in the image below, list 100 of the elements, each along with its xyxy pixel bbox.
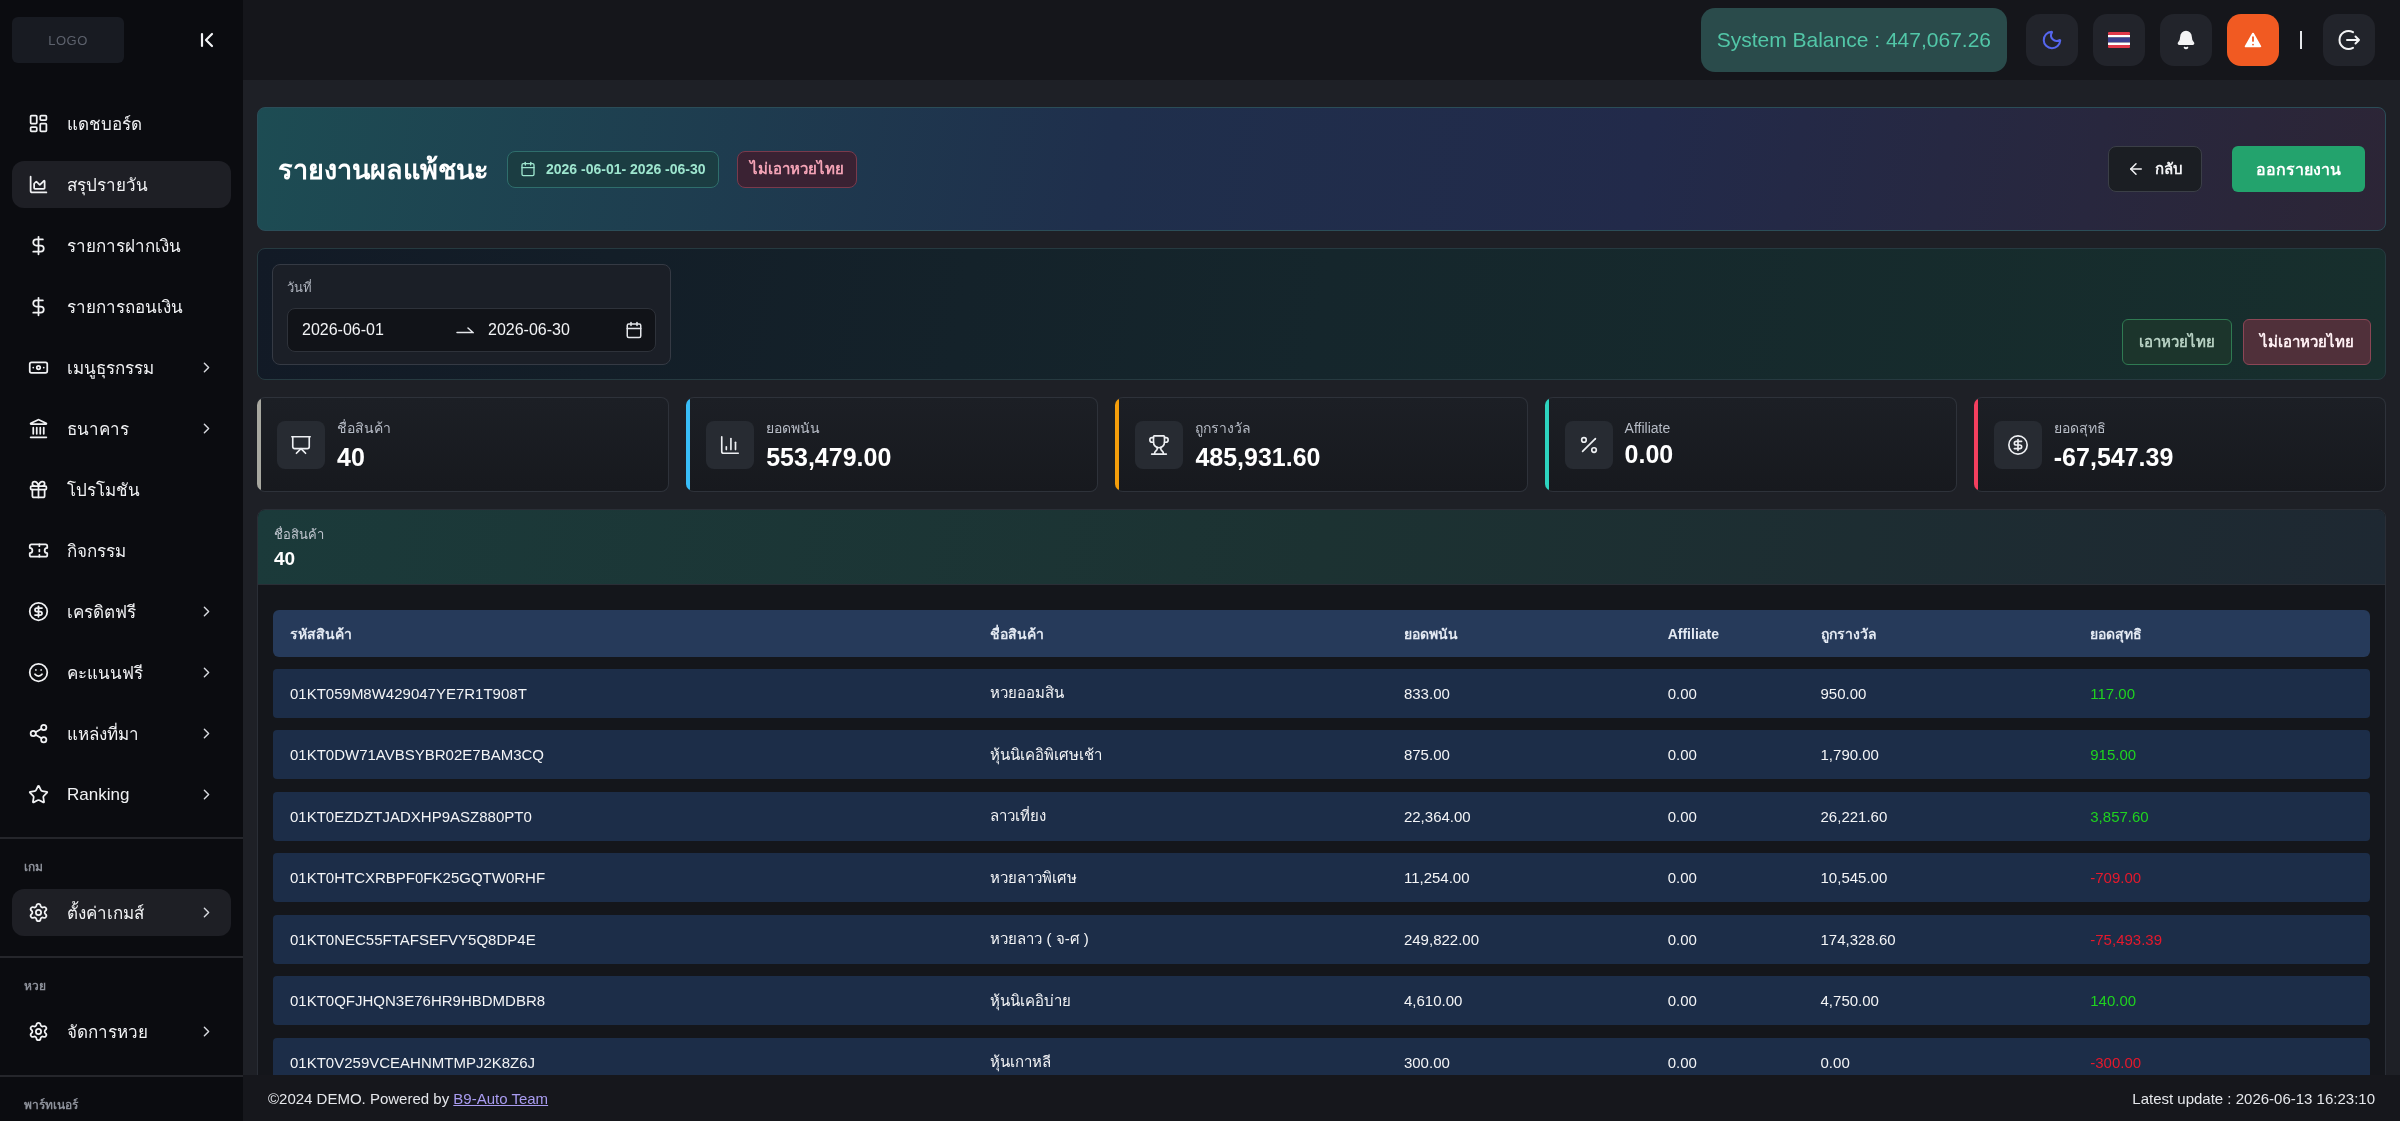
table-cell-text: 0.00 xyxy=(1666,992,1698,1009)
stat-label: Affiliate xyxy=(1624,420,1672,436)
table-cell-text: 26,221.60 xyxy=(1819,807,1889,825)
table-cell-text: 01KT059M8W429047YE7R1T908T xyxy=(289,684,528,702)
table-cell-text: 140.00 xyxy=(2089,992,2138,1009)
calendar-icon xyxy=(520,161,536,177)
logout-button[interactable] xyxy=(2323,14,2375,66)
table-cell-text: 01KT0EZDZTJADXHP9ASZ880PT0 xyxy=(289,807,533,825)
table-cell-text: 117.00 xyxy=(2089,684,2137,702)
stat-label: ยอดสุทธิ xyxy=(2053,419,2107,439)
warning-icon xyxy=(2242,29,2264,51)
notifications-button[interactable] xyxy=(2160,14,2212,66)
table-cell-text: 1,790.00 xyxy=(1819,746,1880,763)
table-cell-text: หุ้นนิเคอิบ่าย xyxy=(989,990,1073,1013)
sidebar-item[interactable]: แดชบอร์ด xyxy=(12,100,231,147)
sidebar-item[interactable]: เครดิตฟรี xyxy=(12,588,231,635)
table-cell-text: 3,857.60 xyxy=(2089,807,2150,825)
trophy-icon xyxy=(1135,420,1184,469)
table-cell-text: 10,545.00 xyxy=(1819,869,1889,886)
moon-icon xyxy=(2041,29,2063,51)
stat-label: ยอดพนัน xyxy=(766,419,822,438)
presentation-icon xyxy=(277,420,325,469)
calendar-icon xyxy=(625,321,643,339)
sidebar-item[interactable]: สรุปรายวัน xyxy=(12,161,231,208)
column-header: ชื่อสินค้า xyxy=(989,623,1046,644)
table-cell-text: 01KT0QFJHQN3E76HR9HBDMDBR8 xyxy=(289,992,547,1009)
section-title: พาร์ทเนอร์ xyxy=(23,1097,80,1114)
lottery-filter-button[interactable]: เอาหวยไทย xyxy=(2122,319,2232,365)
settings-icon xyxy=(28,1021,49,1042)
sidebar-item[interactable]: รายการถอนเงิน xyxy=(12,283,231,330)
table-cell-text: 01KT0HTCXRBPF0FK25GQTW0RHF xyxy=(289,869,547,886)
logout-icon xyxy=(2337,28,2361,52)
column-header: ยอดสุทธิ xyxy=(2089,624,2144,645)
table-cell-text: หวยลาวพิเศษ xyxy=(989,867,1079,888)
date-range-field[interactable]: 2026-06-01 2026-06-30 xyxy=(287,308,656,352)
table-cell-text: หวยลาว ( จ-ศ ) xyxy=(989,929,1090,949)
table-cell-text: 22,364.00 xyxy=(1402,807,1472,825)
settings-icon xyxy=(28,902,49,923)
sidebar-item[interactable]: ตั้งค่าเกมส์ xyxy=(12,889,231,936)
lottery-filter-button[interactable]: ไม่เอาหวยไทย xyxy=(2243,319,2371,365)
table-cell-text: -75,493.39 xyxy=(2089,930,2163,948)
date-range-tag: 2026 -06-01- 2026 -06-30 xyxy=(507,150,719,188)
stat-value: -67,547.39 xyxy=(2053,443,2174,472)
powered-by-link[interactable]: B9-Auto Team xyxy=(453,1089,549,1107)
dollar-coin-icon xyxy=(28,601,49,622)
sidebar-item[interactable]: ธนาคาร xyxy=(12,405,231,452)
table-cell-text: 0.00 xyxy=(1666,684,1698,702)
logo: LOGO xyxy=(12,17,124,63)
last-update-text: Latest update : 2026-06-13 16:23:10 xyxy=(2132,1089,2375,1107)
summary-label: ชื่อสินค้า xyxy=(274,525,325,544)
sidebar-item[interactable]: เมนูธุรกรรม xyxy=(12,344,231,391)
alert-button[interactable] xyxy=(2227,14,2279,66)
stat-value: 553,479.00 xyxy=(766,443,892,472)
stat-value: 40 xyxy=(337,443,366,472)
percent-icon xyxy=(1564,420,1613,469)
date-label: วันที่ xyxy=(287,278,313,297)
table-cell-text: 875.00 xyxy=(1402,746,1451,763)
table-cell-text: 300.00 xyxy=(1402,1053,1451,1071)
column-header: Affiliate xyxy=(1666,625,1720,642)
theme-toggle-button[interactable] xyxy=(2026,14,2078,66)
table-cell-text: 0.00 xyxy=(1666,869,1698,886)
table-cell-text: 0.00 xyxy=(1819,1053,1851,1071)
table-cell-text: 174,328.60 xyxy=(1819,930,1897,948)
column-header: ยอดพนัน xyxy=(1402,624,1459,644)
table-cell-text: หุ้นเกาหลี xyxy=(989,1052,1053,1074)
filter-tag: ไม่เอาหวยไทย xyxy=(736,150,857,188)
table-cell-text: 4,750.00 xyxy=(1819,992,1880,1009)
gift-icon xyxy=(28,479,49,500)
table-cell-text: 915.00 xyxy=(2089,746,2138,763)
stat-value: 485,931.60 xyxy=(1195,443,1321,472)
sidebar-item[interactable]: จัดการหวย xyxy=(12,1008,231,1055)
stat-label: ถูกรางวัล xyxy=(1195,419,1253,439)
sidebar-item[interactable]: รายการฝากเงิน xyxy=(12,222,231,269)
table-cell-text: หวยออมสิน xyxy=(989,683,1066,703)
table-cell-text: 249,822.00 xyxy=(1402,930,1480,948)
bar-chart-icon xyxy=(706,420,755,469)
star-icon xyxy=(28,784,49,805)
back-button[interactable]: กลับ xyxy=(2108,146,2202,192)
sidebar-item[interactable]: Ranking xyxy=(12,771,231,818)
sidebar-item[interactable]: แหล่งที่มา xyxy=(12,710,231,757)
table-cell-text: 01KT0NEC55FTAFSEFVY5Q8DP4E xyxy=(289,930,537,948)
table-cell-text: 0.00 xyxy=(1666,807,1698,825)
stat-label: ชื่อสินค้า xyxy=(337,418,391,438)
sidebar-item[interactable]: โปรโมชัน xyxy=(12,466,231,513)
language-button[interactable] xyxy=(2093,14,2145,66)
column-header: รหัสสินค้า xyxy=(289,624,353,644)
page-title: รายงานผลแพ้ชนะ xyxy=(278,153,489,187)
thai-flag-icon xyxy=(2108,32,2130,48)
summary-value: 40 xyxy=(274,548,297,570)
column-header: ถูกรางวัล xyxy=(1819,624,1878,645)
table-cell-text: 11,254.00 xyxy=(1402,869,1471,886)
table-cell-text: 0.00 xyxy=(1666,930,1698,948)
stat-value: 0.00 xyxy=(1624,440,1674,469)
sidebar-item[interactable]: คะแนนฟรี xyxy=(12,649,231,696)
share-icon xyxy=(28,723,49,744)
sidebar-item[interactable]: กิจกรรม xyxy=(12,527,231,574)
table-cell-text: ลาวเที่ยง xyxy=(989,805,1048,826)
bank-icon xyxy=(28,418,49,439)
section-title: หวย xyxy=(23,978,47,995)
table-cell-text: 01KT0DW71AVBSYBR02E7BAM3CQ xyxy=(289,746,545,763)
